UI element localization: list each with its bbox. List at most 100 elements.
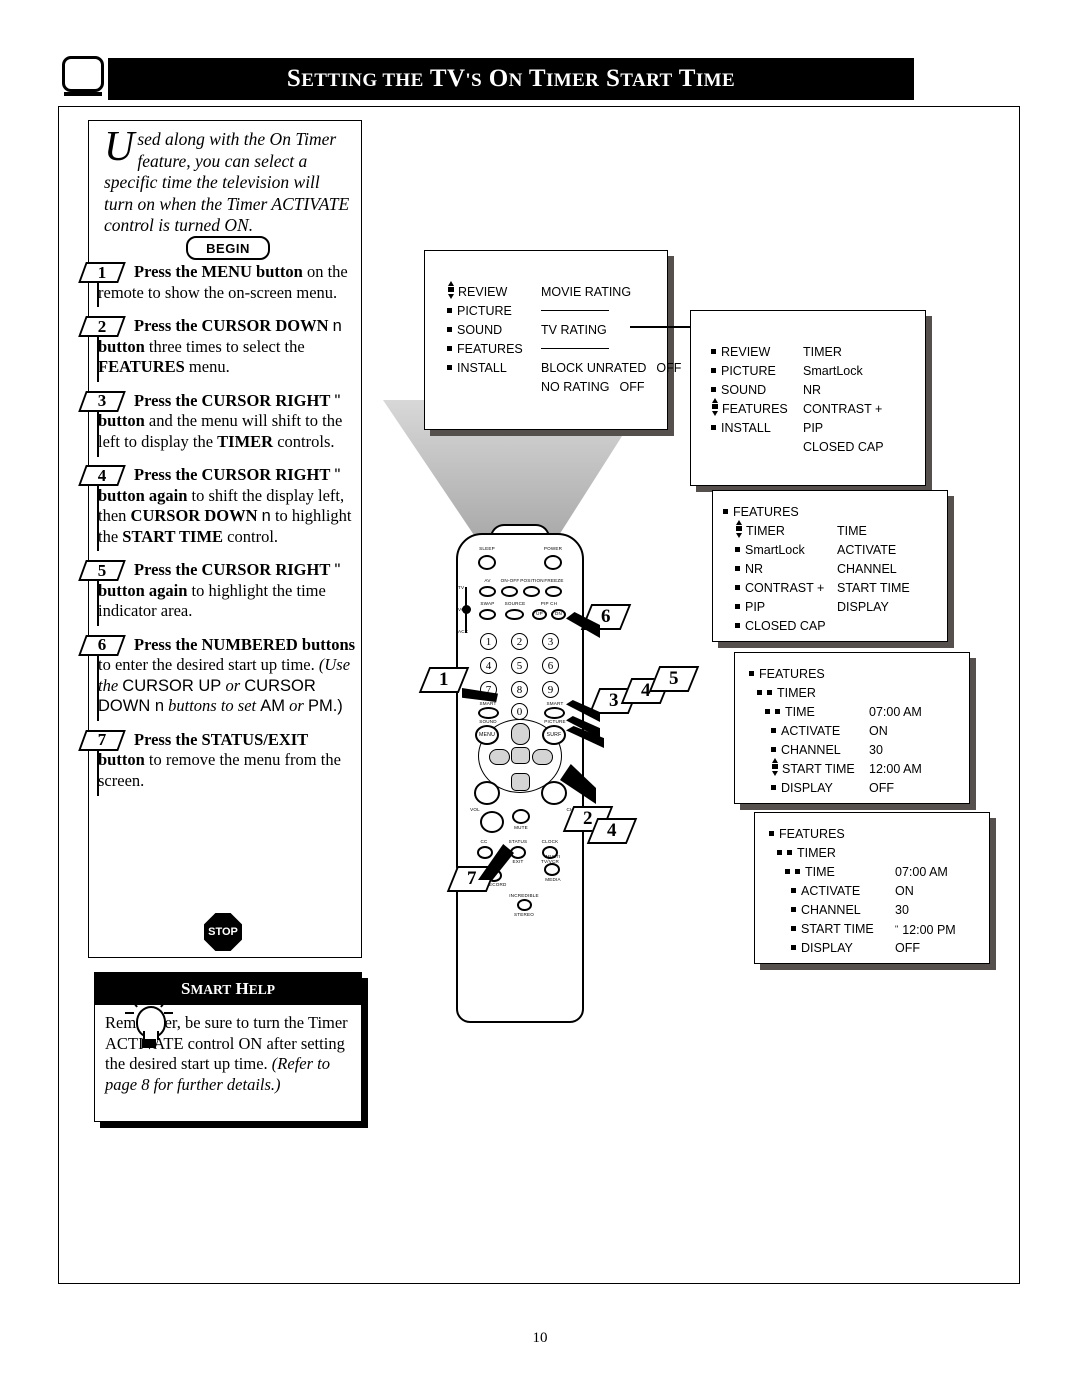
volume-up-button[interactable] [474,781,500,805]
step-number-7: 7 [78,729,126,751]
incredible-stereo-button[interactable] [517,899,532,911]
number-6-button[interactable]: 6 [542,657,559,674]
cursor-right-button[interactable] [511,747,530,764]
exit-label: EXIT [512,859,524,864]
intro-text: sed along with the On Timer feature, you… [104,129,350,235]
tv-screen-icon [62,56,104,100]
av-button[interactable] [479,586,496,597]
power-button[interactable] [544,555,562,570]
cursor-down-button[interactable] [511,773,530,791]
screen-3-timer-submenu: FEATURES TIMER SmartLock NR CONTRAST + PIP CLO… [712,490,948,642]
step-5: 5 Press the CURSOR RIGHT " button again t… [78,560,356,626]
light-bulb-icon [125,994,173,1054]
power-label: POWER [543,546,563,551]
mute-button[interactable] [512,809,530,824]
smart-picture-label: PICTURE [544,719,566,724]
cc-button[interactable] [477,846,493,859]
step-connector-line [97,282,99,307]
number-3-button[interactable]: 3 [542,633,559,650]
step-3: 3 Press the CURSOR RIGHT " button and the… [78,390,356,457]
menu-label: MENU [478,732,496,738]
incredible-label: INCREDIBLE [509,893,539,898]
page-title-bar: SETTING THE TV'S ON TIMER START TIME [108,58,914,100]
mode-tv-label: TV [458,585,465,590]
step-text-2: Press the CURSOR DOWN n button three tim… [98,316,342,376]
step-4: 4 Press the CURSOR RIGHT " button again t… [78,465,356,551]
smart-sound-top-label: SMART [479,701,497,706]
smart-picture-button[interactable] [544,707,565,719]
pip-dn-label: DN [554,611,563,616]
sleep-button[interactable] [478,555,496,570]
step-text-5: Press the CURSOR RIGHT " button again to… [98,560,341,620]
step-text-6: Press the NUMBERED buttons to enter the … [98,634,356,716]
step-number-6: 6 [78,634,126,656]
channel-up-button[interactable] [541,781,567,805]
page-title: SETTING THE TV'S ON TIMER START TIME [286,65,736,92]
intro-dropcap: U [104,124,135,170]
source-button[interactable] [505,609,524,620]
screen-5-start-time-pm: FEATURES TIMER TIME 07:00 AM ACTIVATE ON CHANN… [754,812,990,964]
number-0-button[interactable]: 0 [511,703,528,720]
step-list: 1 Press the MENU button on the remote to … [78,262,356,804]
step-text-1: Press the MENU button on the remote to s… [98,262,348,302]
begin-button: BEGIN [186,236,270,260]
onoff-button[interactable] [501,586,518,597]
swap-label: SWAP [480,601,495,606]
cursor-left-button[interactable] [489,749,510,765]
step-number-4: 4 [78,465,126,486]
mute-label: MUTE [514,825,528,830]
position-button[interactable] [523,586,540,597]
number-4-button[interactable]: 4 [480,657,497,674]
freeze-label: FREEZE [544,578,564,583]
status-label: STATUS [508,839,528,844]
step-number-3: 3 [78,390,126,412]
smart-picture-top-label: SMART [546,701,564,706]
page-number: 10 [532,1330,548,1346]
clock-label: CLOCK [541,839,559,844]
freeze-button[interactable] [545,586,562,597]
pip-ch-label: PIP CH [540,601,558,606]
step-1: 1 Press the MENU button on the remote to … [78,262,356,307]
step-connector-line [97,410,99,457]
cc-label: CC [480,839,488,844]
step-connector-line [97,336,99,382]
surf-label: SURF [546,732,562,738]
step-2: 2 Press the CURSOR DOWN n button three ti… [78,316,356,382]
swap-button[interactable] [479,609,496,620]
pip-up-label: UP [536,611,543,616]
number-8-button[interactable]: 8 [511,681,528,698]
step-number-5: 5 [78,560,126,581]
number-5-button[interactable]: 5 [511,657,528,674]
step-connector-line [97,654,99,721]
smart-sound-button[interactable] [478,707,499,719]
step-6: 6 Press the NUMBERED buttons to enter the… [78,634,356,721]
step-text-4: Press the CURSOR RIGHT " button again to… [98,465,352,546]
number-1-button[interactable]: 1 [480,633,497,650]
cursor-fwd-button[interactable] [532,749,553,765]
intro-paragraph: Used along with the On Timer feature, yo… [96,123,358,237]
step-number-2: 2 [78,316,126,337]
source-label: SOURCE [504,601,526,606]
smart-help-title: SMART HELP [181,979,275,998]
media-label: MEDIA [545,877,561,882]
stop-label: STOP [208,926,238,938]
step-connector-line [97,749,99,796]
vol-label: VOL [470,807,480,812]
mode-selector-knob[interactable] [462,605,471,614]
number-9-button[interactable]: 9 [542,681,559,698]
number-2-button[interactable]: 2 [511,633,528,650]
multi-media-button[interactable] [544,863,560,876]
begin-label: BEGIN [206,240,250,256]
step-7: 7 Press the STATUS/EXIT button to remove … [78,729,356,796]
cursor-up-button[interactable] [511,723,530,745]
step-number-1: 1 [78,262,126,283]
step-text-7: Press the STATUS/EXIT button to remove t… [98,729,341,790]
stop-sign-icon: STOP [204,913,242,951]
volume-down-button[interactable] [480,811,504,833]
step-connector-line [97,485,99,551]
multi-label: MULTI [545,854,561,859]
step-text-3: Press the CURSOR RIGHT " button and the … [98,390,343,451]
stereo-label: STEREO [513,912,535,917]
sleep-label: SLEEP [479,546,495,551]
screen-2-features-list: REVIEW PICTURE SOUND FEATURES INSTALL TIMER Sm… [690,310,926,486]
